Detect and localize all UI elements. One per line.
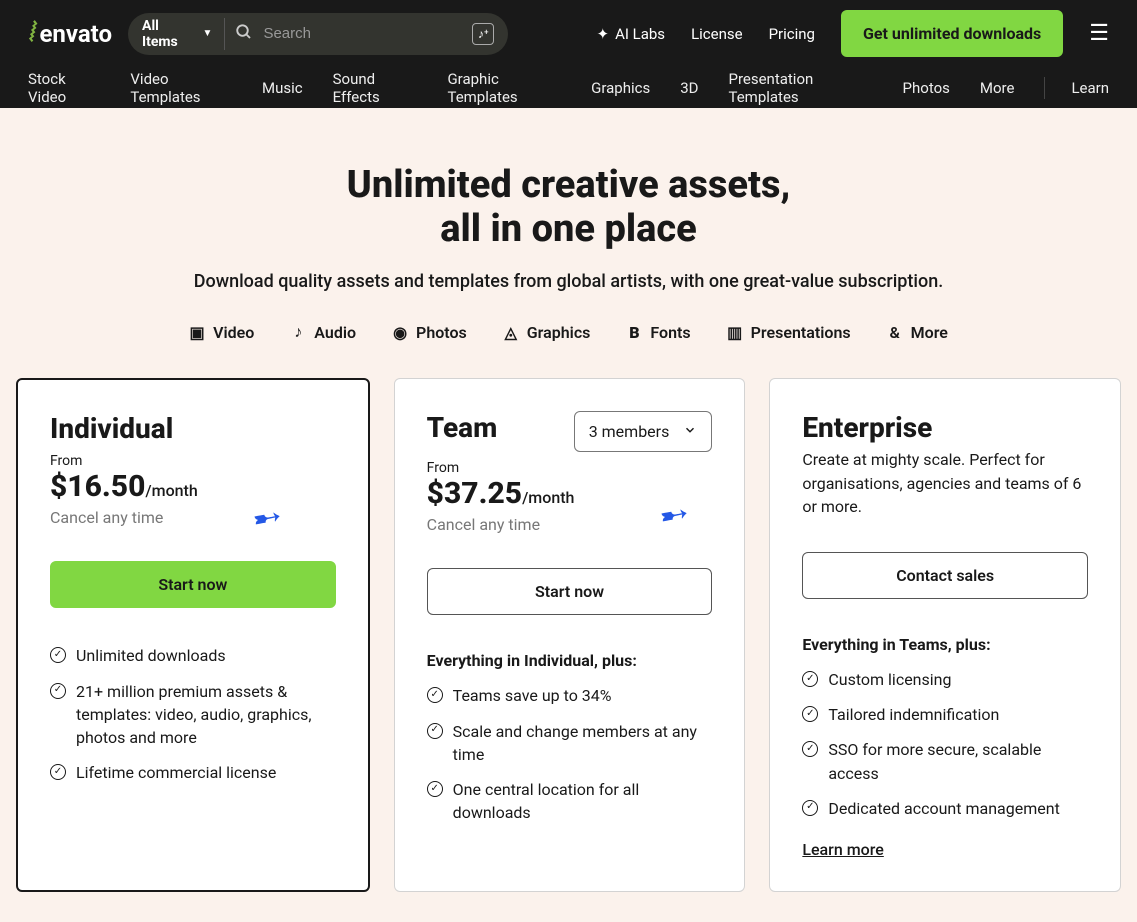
hero-subtitle: Download quality assets and templates fr…	[0, 271, 1137, 292]
plan-period: /month	[522, 488, 574, 507]
list-item: ✓Scale and change members at any time	[427, 720, 713, 766]
list-item: ✓Custom licensing	[802, 668, 1088, 691]
category-dropdown[interactable]: All Items ▼	[142, 18, 225, 50]
image-search-icon[interactable]: ♪⁺	[472, 23, 494, 45]
feature-list: ✓Unlimited downloads ✓21+ million premiu…	[50, 644, 336, 784]
asset-type-row: ▣Video ♪Audio ◉Photos ◬Graphics BFonts ▥…	[0, 322, 1137, 342]
hero-title-line1: Unlimited creative assets,	[347, 163, 791, 207]
sparkle-icon: ✦	[596, 25, 609, 43]
check-icon: ✓	[427, 687, 443, 703]
list-item: ✓One central location for all downloads	[427, 778, 713, 824]
logo-text: envato	[39, 20, 112, 48]
nav-sound-effects[interactable]: Sound Effects	[333, 70, 418, 106]
nav-presentation-templates[interactable]: Presentation Templates	[728, 70, 872, 106]
nav-3d[interactable]: 3D	[680, 79, 698, 97]
asset-video[interactable]: ▣Video	[189, 322, 254, 342]
plan-enterprise: Enterprise Create at mighty scale. Perfe…	[769, 378, 1121, 892]
camera-icon: ◉	[392, 323, 408, 342]
pricing-link[interactable]: Pricing	[769, 25, 815, 43]
graphics-icon: ◬	[503, 323, 519, 342]
chevron-down-icon	[683, 422, 697, 441]
features-title: Everything in Individual, plus:	[427, 651, 713, 670]
envato-leaf-icon: ⦚	[28, 18, 33, 49]
get-unlimited-button[interactable]: Get unlimited downloads	[841, 10, 1063, 57]
start-now-button[interactable]: Start now	[427, 568, 713, 615]
cancel-note: Cancel any time	[50, 508, 336, 527]
hero-title: Unlimited creative assets, all in one pl…	[0, 164, 1137, 251]
contact-sales-button[interactable]: Contact sales	[802, 552, 1088, 599]
nav-separator	[1044, 77, 1045, 99]
nav-photos[interactable]: Photos	[903, 79, 950, 97]
from-label: From	[427, 460, 713, 476]
feature-list: ✓Teams save up to 34% ✓Scale and change …	[427, 684, 713, 824]
plan-name: Enterprise	[802, 411, 1088, 444]
nav-graphics[interactable]: Graphics	[591, 79, 650, 97]
nav-more[interactable]: More	[980, 79, 1015, 97]
search-icon	[235, 23, 253, 45]
list-item: ✓SSO for more secure, scalable access	[802, 738, 1088, 784]
check-icon: ✓	[802, 800, 818, 816]
asset-audio[interactable]: ♪Audio	[290, 322, 356, 342]
category-label: All Items	[142, 18, 197, 50]
plan-price: $37.25	[427, 476, 522, 511]
more-icon: &	[887, 323, 903, 342]
learn-more-link[interactable]: Learn more	[802, 840, 883, 859]
plan-price: $16.50	[50, 469, 145, 504]
plan-name: Team	[427, 411, 498, 444]
hamburger-menu-icon[interactable]: ☰	[1089, 21, 1109, 46]
feature-list: ✓Custom licensing ✓Tailored indemnificat…	[802, 668, 1088, 820]
check-icon: ✓	[802, 741, 818, 757]
nav-music[interactable]: Music	[262, 79, 303, 97]
plan-team: ➸ Team 3 members From $37.25/month Cance…	[394, 378, 746, 892]
nav-video-templates[interactable]: Video Templates	[130, 70, 232, 106]
ai-labs-label: AI Labs	[615, 25, 665, 43]
plan-name: Individual	[50, 412, 336, 445]
check-icon: ✓	[50, 764, 66, 780]
check-icon: ✓	[50, 683, 66, 699]
ai-labs-link[interactable]: ✦ AI Labs	[596, 25, 665, 43]
members-dropdown[interactable]: 3 members	[574, 411, 713, 452]
search-bar[interactable]: All Items ▼ ♪⁺	[128, 13, 508, 55]
nav-graphic-templates[interactable]: Graphic Templates	[447, 70, 561, 106]
logo[interactable]: ⦚ envato	[28, 18, 112, 49]
search-input[interactable]	[263, 25, 462, 42]
asset-more[interactable]: &More	[887, 322, 948, 342]
nav-learn[interactable]: Learn	[1071, 79, 1109, 97]
fonts-icon: B	[626, 323, 642, 342]
asset-fonts[interactable]: BFonts	[626, 322, 690, 342]
audio-icon: ♪	[290, 322, 306, 342]
check-icon: ✓	[427, 781, 443, 797]
list-item: ✓Unlimited downloads	[50, 644, 336, 667]
list-item: ✓21+ million premium assets & templates:…	[50, 680, 336, 750]
plan-description: Create at mighty scale. Perfect for orga…	[802, 448, 1088, 518]
list-item: ✓Tailored indemnification	[802, 703, 1088, 726]
video-icon: ▣	[189, 323, 205, 342]
chevron-down-icon: ▼	[203, 28, 213, 39]
check-icon: ✓	[50, 647, 66, 663]
plan-individual: ➸ Individual From $16.50/month Cancel an…	[16, 378, 370, 892]
asset-presentations[interactable]: ▥Presentations	[727, 322, 851, 342]
members-label: 3 members	[589, 422, 670, 441]
category-nav: Stock Video Video Templates Music Sound …	[0, 67, 1137, 108]
presentation-icon: ▥	[727, 323, 743, 342]
features-title: Everything in Teams, plus:	[802, 635, 1088, 654]
check-icon: ✓	[802, 706, 818, 722]
start-now-button[interactable]: Start now	[50, 561, 336, 608]
asset-photos[interactable]: ◉Photos	[392, 322, 467, 342]
plan-period: /month	[145, 481, 197, 500]
nav-stock-video[interactable]: Stock Video	[28, 70, 100, 106]
list-item: ✓Dedicated account management	[802, 797, 1088, 820]
asset-graphics[interactable]: ◬Graphics	[503, 322, 591, 342]
hero-title-line2: all in one place	[440, 207, 697, 251]
license-link[interactable]: License	[691, 25, 743, 43]
check-icon: ✓	[427, 723, 443, 739]
check-icon: ✓	[802, 671, 818, 687]
list-item: ✓Lifetime commercial license	[50, 761, 336, 784]
list-item: ✓Teams save up to 34%	[427, 684, 713, 707]
from-label: From	[50, 453, 336, 469]
